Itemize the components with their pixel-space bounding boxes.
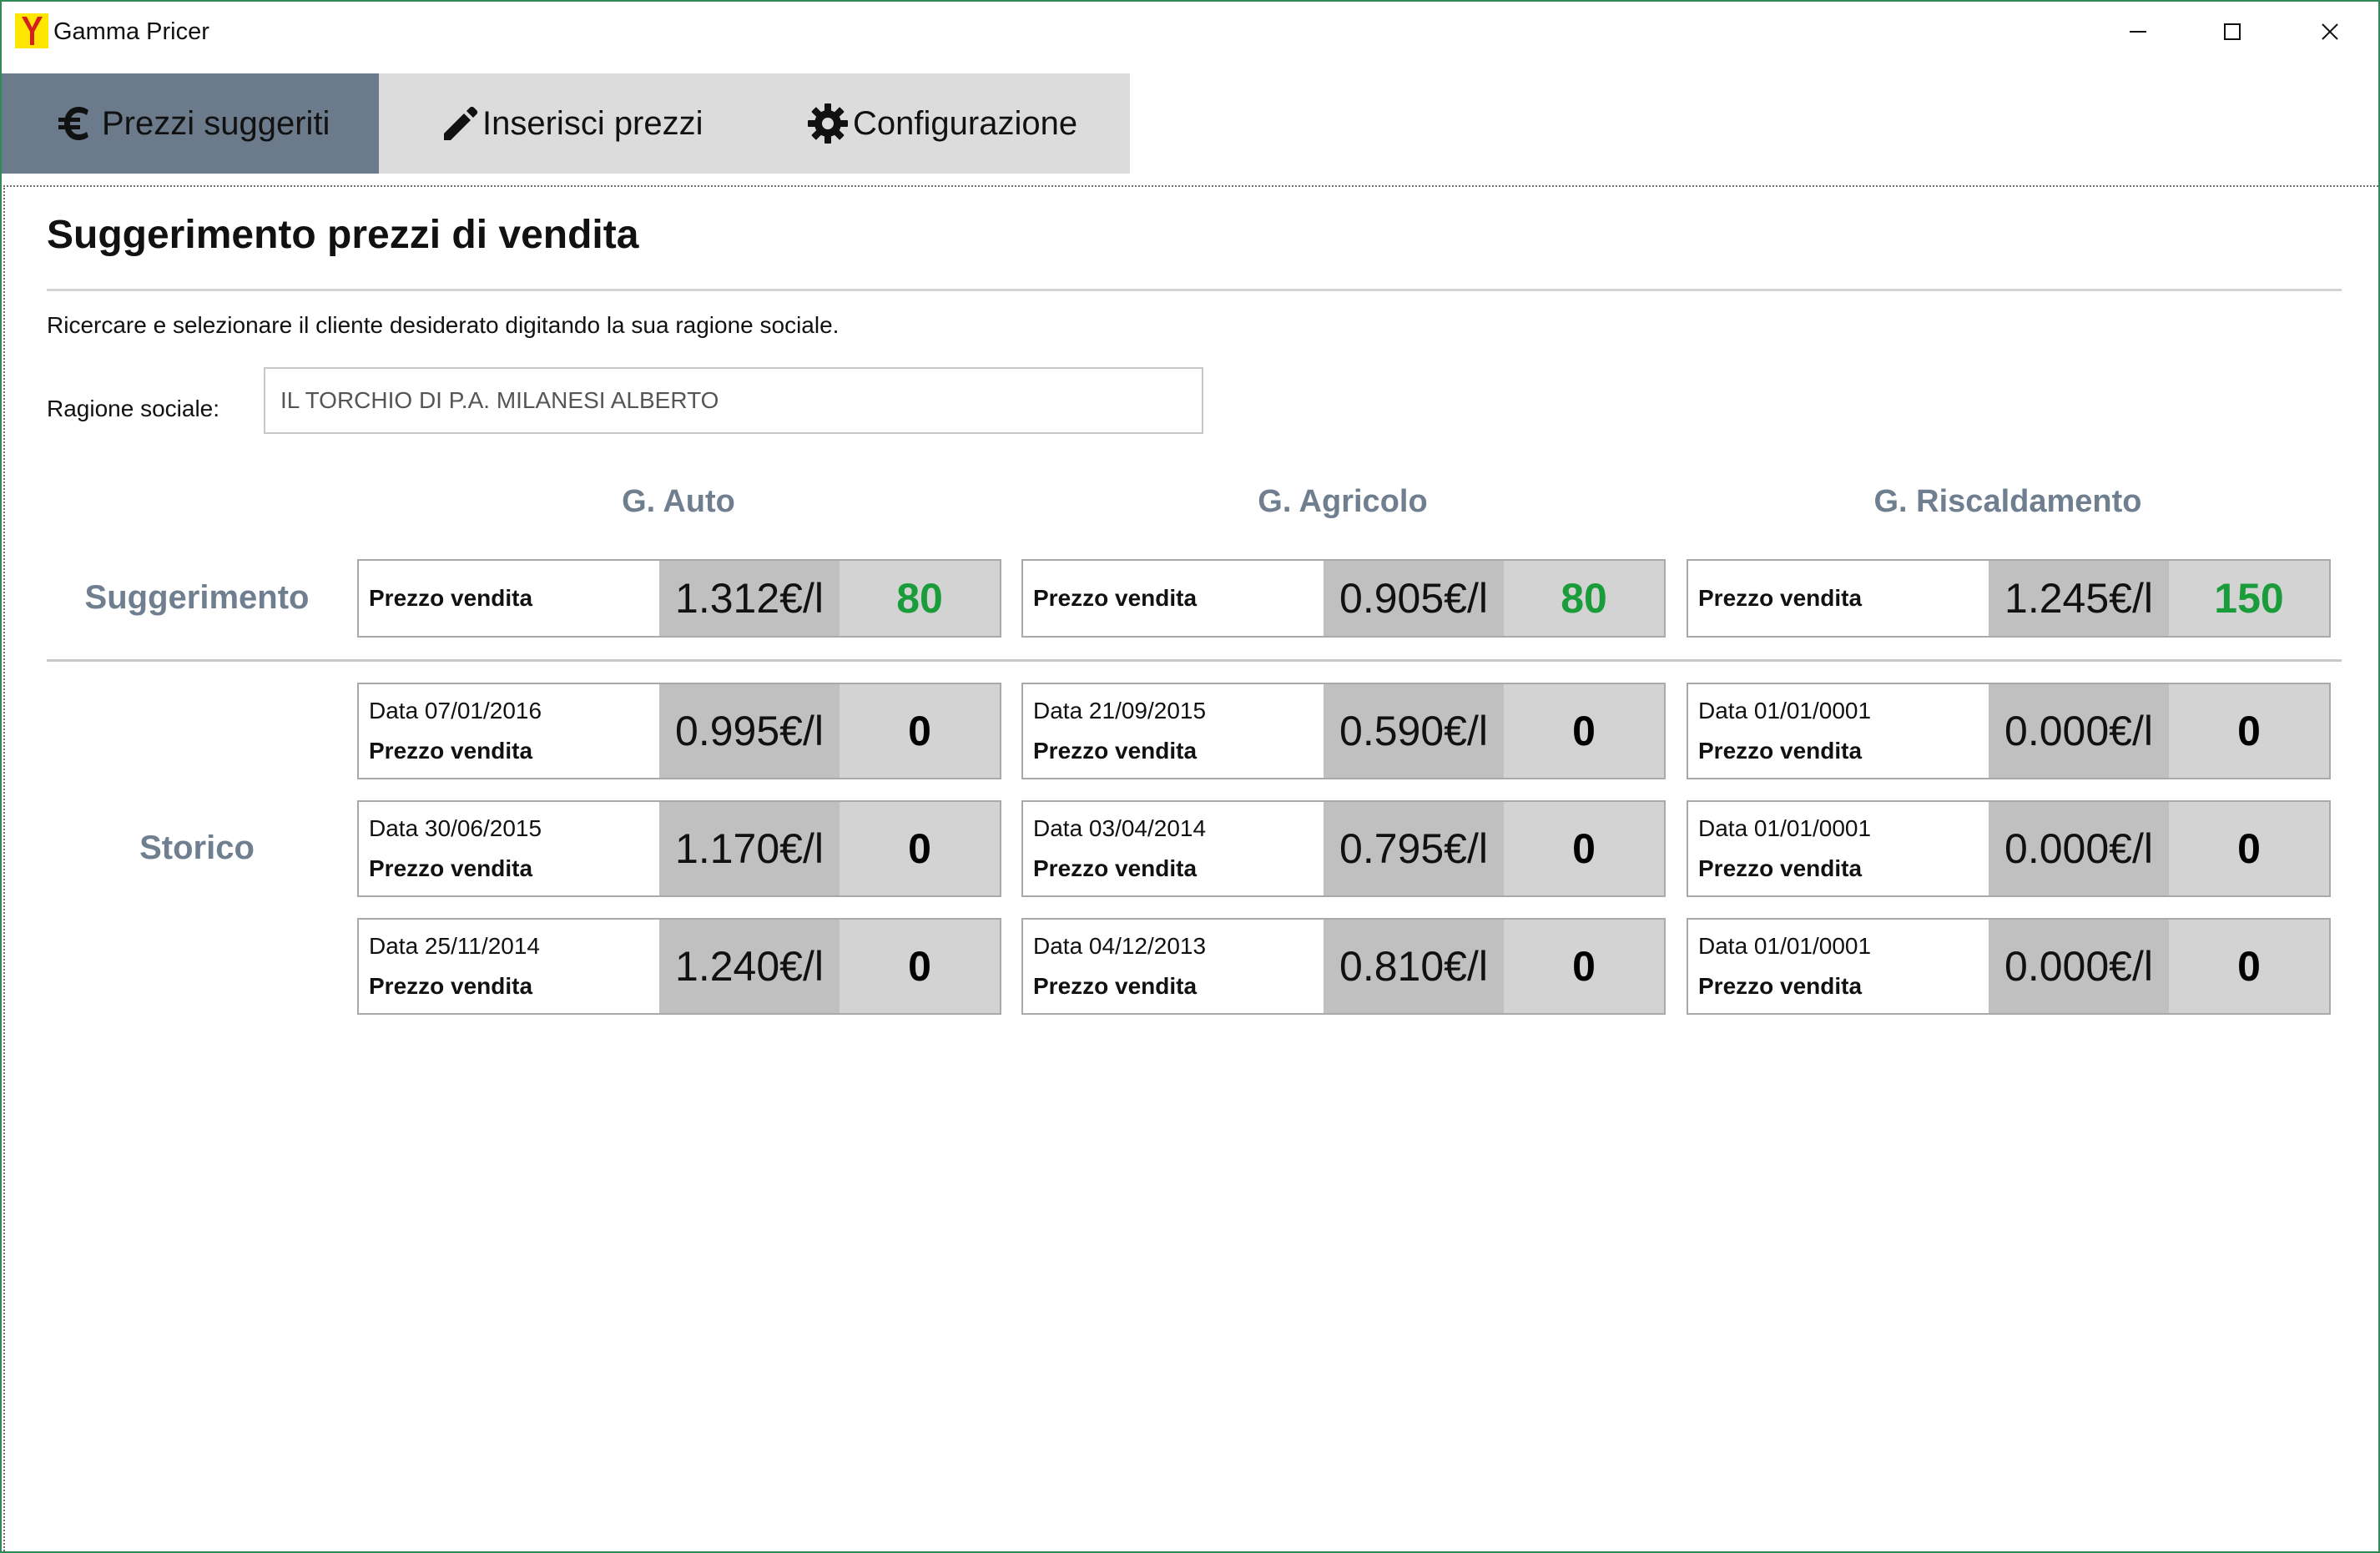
card-price: 1.312€/l xyxy=(659,561,840,636)
history-card: Data 04/12/2013 Prezzo vendita 0.810€/l … xyxy=(1021,918,1666,1015)
tab-label: Prezzi suggeriti xyxy=(102,104,330,142)
euro-icon xyxy=(55,102,98,145)
card-label: Prezzo vendita xyxy=(1033,738,1198,764)
card-date: Data 03/04/2014 xyxy=(1033,815,1207,841)
content-panel: Suggerimento prezzi di vendita Ricercare… xyxy=(3,185,2378,1551)
app-window: Gamma Pricer Prezzi suggeriti Inserisci … xyxy=(0,0,2380,1553)
card-price: 0.795€/l xyxy=(1324,802,1504,895)
card-date: Data 30/06/2015 xyxy=(369,815,542,841)
instruction-text: Ricercare e selezionare il cliente desid… xyxy=(47,312,840,338)
card-date: Data 01/01/0001 xyxy=(1698,933,1872,959)
card-qty: 0 xyxy=(2169,920,2329,1013)
card-label: Prezzo vendita xyxy=(369,585,533,611)
history-card: Data 07/01/2016 Prezzo vendita 0.995€/l … xyxy=(357,683,1001,779)
card-price: 1.170€/l xyxy=(659,802,840,895)
app-logo-icon xyxy=(15,13,48,48)
page-title: Suggerimento prezzi di vendita xyxy=(47,213,639,257)
tab-inserisci-prezzi[interactable]: Inserisci prezzi xyxy=(379,73,754,174)
tab-label: Inserisci prezzi xyxy=(482,104,703,142)
history-card: Data 01/01/0001 Prezzo vendita 0.000€/l … xyxy=(1687,800,2331,897)
card-price: 0.995€/l xyxy=(659,684,840,778)
ragione-sociale-input[interactable] xyxy=(264,367,1203,434)
history-card: Data 03/04/2014 Prezzo vendita 0.795€/l … xyxy=(1021,800,1666,897)
card-qty: 80 xyxy=(840,561,1000,636)
card-price: 1.245€/l xyxy=(1989,561,2169,636)
card-date: Data 01/01/0001 xyxy=(1698,698,1872,724)
card-price: 0.810€/l xyxy=(1324,920,1504,1013)
card-date: Data 07/01/2016 xyxy=(369,698,542,724)
card-date: Data 25/11/2014 xyxy=(369,933,540,959)
title-bar: Gamma Pricer xyxy=(2,2,2378,62)
row-label-storico: Storico xyxy=(139,829,255,866)
card-label: Prezzo vendita xyxy=(1698,585,1863,611)
card-label: Prezzo vendita xyxy=(1033,855,1198,881)
card-label: Prezzo vendita xyxy=(1698,973,1863,999)
window-title: Gamma Pricer xyxy=(53,18,209,45)
maximize-button[interactable] xyxy=(2186,2,2279,62)
pencil-icon xyxy=(439,103,479,144)
card-price: 1.240€/l xyxy=(659,920,840,1013)
close-button[interactable] xyxy=(2283,2,2377,62)
history-card: Data 21/09/2015 Prezzo vendita 0.590€/l … xyxy=(1021,683,1666,779)
card-qty: 0 xyxy=(840,684,1000,778)
suggestion-card-riscaldamento: Prezzo vendita 1.245€/l 150 xyxy=(1687,559,2331,638)
history-card: Data 30/06/2015 Prezzo vendita 1.170€/l … xyxy=(357,800,1001,897)
history-card: Data 01/01/0001 Prezzo vendita 0.000€/l … xyxy=(1687,918,2331,1015)
card-price: 0.590€/l xyxy=(1324,684,1504,778)
ragione-sociale-label: Ragione sociale: xyxy=(47,396,220,421)
close-icon xyxy=(2322,23,2338,40)
tab-prezzi-suggeriti[interactable]: Prezzi suggeriti xyxy=(2,73,379,174)
card-label: Prezzo vendita xyxy=(369,738,533,764)
card-label: Prezzo vendita xyxy=(369,973,533,999)
card-qty: 0 xyxy=(840,802,1000,895)
tab-bar: Prezzi suggeriti Inserisci prezzi Config… xyxy=(2,73,1130,174)
card-label: Prezzo vendita xyxy=(1033,973,1198,999)
card-label: Prezzo vendita xyxy=(1033,585,1198,611)
card-price: 0.000€/l xyxy=(1989,802,2169,895)
tab-label: Configurazione xyxy=(853,104,1078,142)
history-card: Data 01/01/0001 Prezzo vendita 0.000€/l … xyxy=(1687,683,2331,779)
row-label-suggerimento: Suggerimento xyxy=(84,579,310,616)
card-date: Data 04/12/2013 xyxy=(1033,933,1207,959)
card-price: 0.000€/l xyxy=(1989,920,2169,1013)
card-qty: 0 xyxy=(1504,802,1664,895)
card-qty: 0 xyxy=(1504,684,1664,778)
card-qty: 0 xyxy=(840,920,1000,1013)
card-qty: 0 xyxy=(2169,684,2329,778)
section-divider xyxy=(47,659,2342,662)
card-qty: 0 xyxy=(1504,920,1664,1013)
card-date: Data 21/09/2015 xyxy=(1033,698,1207,724)
card-qty: 150 xyxy=(2169,561,2329,636)
column-header-agricolo: G. Agricolo xyxy=(1258,484,1428,519)
card-label: Prezzo vendita xyxy=(1698,738,1863,764)
maximize-icon xyxy=(2224,23,2241,40)
card-price: 0.905€/l xyxy=(1324,561,1504,636)
card-label: Prezzo vendita xyxy=(1698,855,1863,881)
tab-configurazione[interactable]: Configurazione xyxy=(754,73,1130,174)
minimize-button[interactable] xyxy=(2091,2,2185,62)
history-card: Data 25/11/2014 Prezzo vendita 1.240€/l … xyxy=(357,918,1001,1015)
gear-icon xyxy=(806,102,850,145)
suggestion-card-agricolo: Prezzo vendita 0.905€/l 80 xyxy=(1021,559,1666,638)
column-header-riscaldamento: G. Riscaldamento xyxy=(1873,484,2142,519)
title-divider xyxy=(47,289,2342,291)
card-label: Prezzo vendita xyxy=(369,855,533,881)
card-qty: 80 xyxy=(1504,561,1664,636)
column-header-auto: G. Auto xyxy=(622,484,735,519)
card-date: Data 01/01/0001 xyxy=(1698,815,1872,841)
suggestion-card-auto: Prezzo vendita 1.312€/l 80 xyxy=(357,559,1001,638)
minimize-icon xyxy=(2130,31,2146,33)
card-price: 0.000€/l xyxy=(1989,684,2169,778)
card-qty: 0 xyxy=(2169,802,2329,895)
